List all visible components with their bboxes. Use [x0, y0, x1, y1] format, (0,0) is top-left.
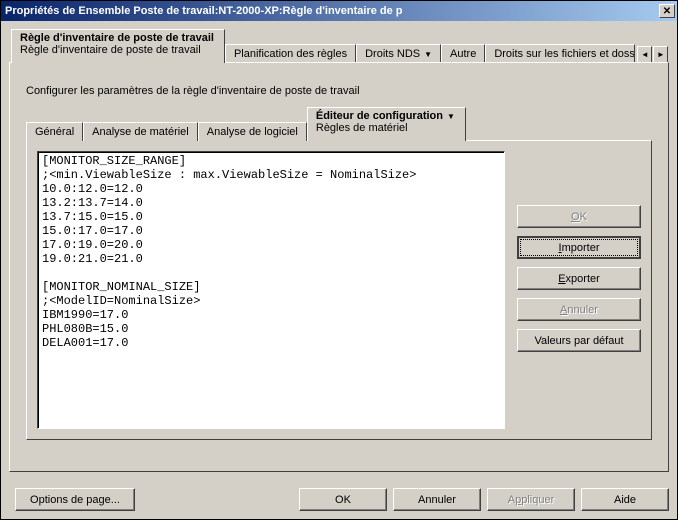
bottom-bar: Options de page... OK Annuler Appliquer … [9, 488, 669, 511]
apply-button[interactable]: Appliquer [487, 488, 575, 511]
titlebar: Propriétés de Ensemble Poste de travail:… [1, 1, 677, 21]
export-button[interactable]: Exporter [517, 267, 641, 290]
tab-scroll-right[interactable]: ► [653, 46, 668, 63]
ok-button[interactable]: OK [299, 488, 387, 511]
tab-nds-rights[interactable]: Droits NDS▼ [356, 44, 441, 63]
side-button-column: OK Importer Exporter Annuler Valeurs par… [517, 151, 641, 429]
subtab-config-editor[interactable]: Éditeur de configuration▼ Règles de maté… [307, 107, 466, 141]
triangle-right-icon: ► [657, 50, 665, 59]
tab-label: Règle d'inventaire de poste de travail [20, 32, 214, 44]
side-ok-button[interactable]: OK [517, 205, 641, 228]
help-button[interactable]: Aide [581, 488, 669, 511]
sub-tabstrip: Général Analyse de matériel Analyse de l… [26, 107, 652, 141]
tab-sublabel: Règle d'inventaire de poste de travail [20, 44, 201, 56]
tab-file-rights[interactable]: Droits sur les fichiers et doss [485, 44, 635, 63]
page-options-button[interactable]: Options de page... [15, 488, 135, 511]
tab-other[interactable]: Autre [441, 44, 485, 63]
cancel-button[interactable]: Annuler [393, 488, 481, 511]
tab-scroll: ◄ ► [637, 46, 668, 63]
window: Propriétés de Ensemble Poste de travail:… [0, 0, 678, 520]
close-icon: ✕ [663, 6, 671, 17]
config-editor[interactable]: [MONITOR_SIZE_RANGE] ;<min.ViewableSize … [37, 151, 505, 429]
sub-panel: [MONITOR_SIZE_RANGE] ;<min.ViewableSize … [26, 140, 652, 440]
window-title: Propriétés de Ensemble Poste de travail:… [5, 5, 659, 17]
chevron-down-icon: ▼ [447, 112, 455, 121]
defaults-button[interactable]: Valeurs par défaut [517, 329, 641, 352]
main-panel: Configurer les paramètres de la règle d'… [9, 62, 669, 472]
side-cancel-button[interactable]: Annuler [517, 298, 641, 321]
tab-planning[interactable]: Planification des règles [225, 44, 356, 63]
subtab-software-scan[interactable]: Analyse de logiciel [198, 122, 307, 141]
main-tabstrip: Règle d'inventaire de poste de travail R… [9, 29, 669, 63]
tab-inventory-rule[interactable]: Règle d'inventaire de poste de travail R… [11, 29, 225, 63]
triangle-left-icon: ◄ [641, 50, 649, 59]
chevron-down-icon: ▼ [424, 50, 432, 59]
close-button[interactable]: ✕ [659, 4, 675, 18]
subtab-general[interactable]: Général [26, 122, 83, 141]
panel-description: Configurer les paramètres de la règle d'… [26, 85, 652, 97]
import-button[interactable]: Importer [517, 236, 641, 259]
subtab-hardware-scan[interactable]: Analyse de matériel [83, 122, 198, 141]
tab-scroll-left[interactable]: ◄ [637, 46, 652, 63]
client-area: Règle d'inventaire de poste de travail R… [1, 21, 677, 519]
